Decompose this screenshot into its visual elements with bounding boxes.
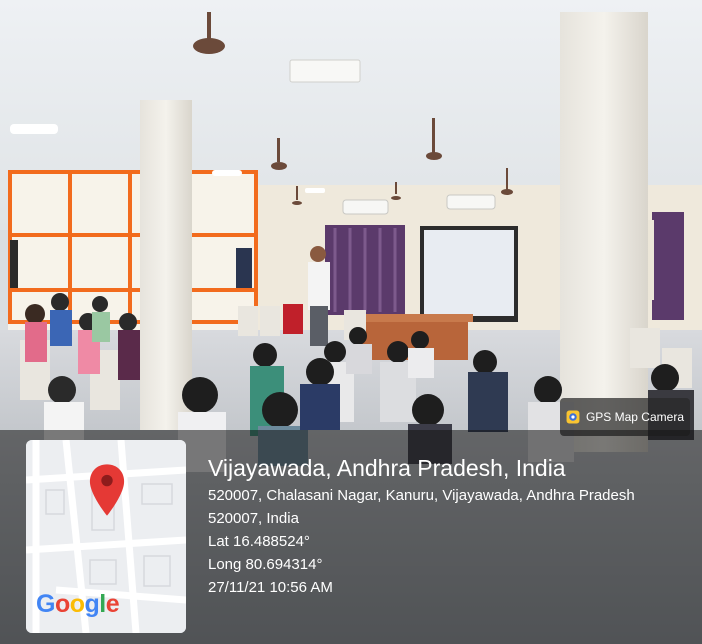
curtain-right: [652, 212, 684, 320]
map-thumbnail: Google: [26, 440, 186, 633]
address-line-2: 520007, India: [208, 510, 299, 527]
google-logo-letter: e: [105, 590, 120, 618]
google-logo-letter: o: [54, 590, 70, 618]
left-wall-panels: [8, 170, 258, 330]
google-logo-letter: G: [36, 590, 55, 618]
gps-map-camera-icon: [566, 410, 580, 424]
timestamp: 27/11/21 10:56 AM: [208, 579, 333, 596]
google-logo: Google: [36, 590, 120, 619]
projector-screen: [424, 230, 514, 316]
ac-unit: [342, 199, 389, 215]
latitude: Lat 16.488524°: [208, 533, 310, 550]
google-logo-letter: g: [84, 590, 100, 618]
map-pin-icon: [89, 464, 125, 516]
photo-frame: GPS Map Camera Google Vijayawada, Andhra…: [0, 0, 702, 644]
longitude: Long 80.694314°: [208, 556, 323, 573]
pillar-left: [140, 100, 192, 430]
location-title: Vijayawada, Andhra Pradesh, India: [208, 455, 566, 481]
ac-unit: [446, 194, 496, 210]
google-logo-letter: o: [69, 590, 85, 618]
location-info: Vijayawada, Andhra Pradesh, India 520007…: [208, 452, 696, 599]
red-chair: [283, 304, 303, 334]
pillar-right: [560, 12, 648, 452]
ceiling-light: [10, 124, 58, 134]
gps-map-camera-label: GPS Map Camera: [585, 410, 684, 424]
ceiling-light: [289, 59, 361, 83]
ceiling-light: [305, 188, 325, 193]
address-line-1: 520007, Chalasani Nagar, Kanuru, Vijayaw…: [208, 487, 635, 504]
ceiling-light: [212, 170, 242, 176]
speaker-person: [308, 262, 330, 310]
